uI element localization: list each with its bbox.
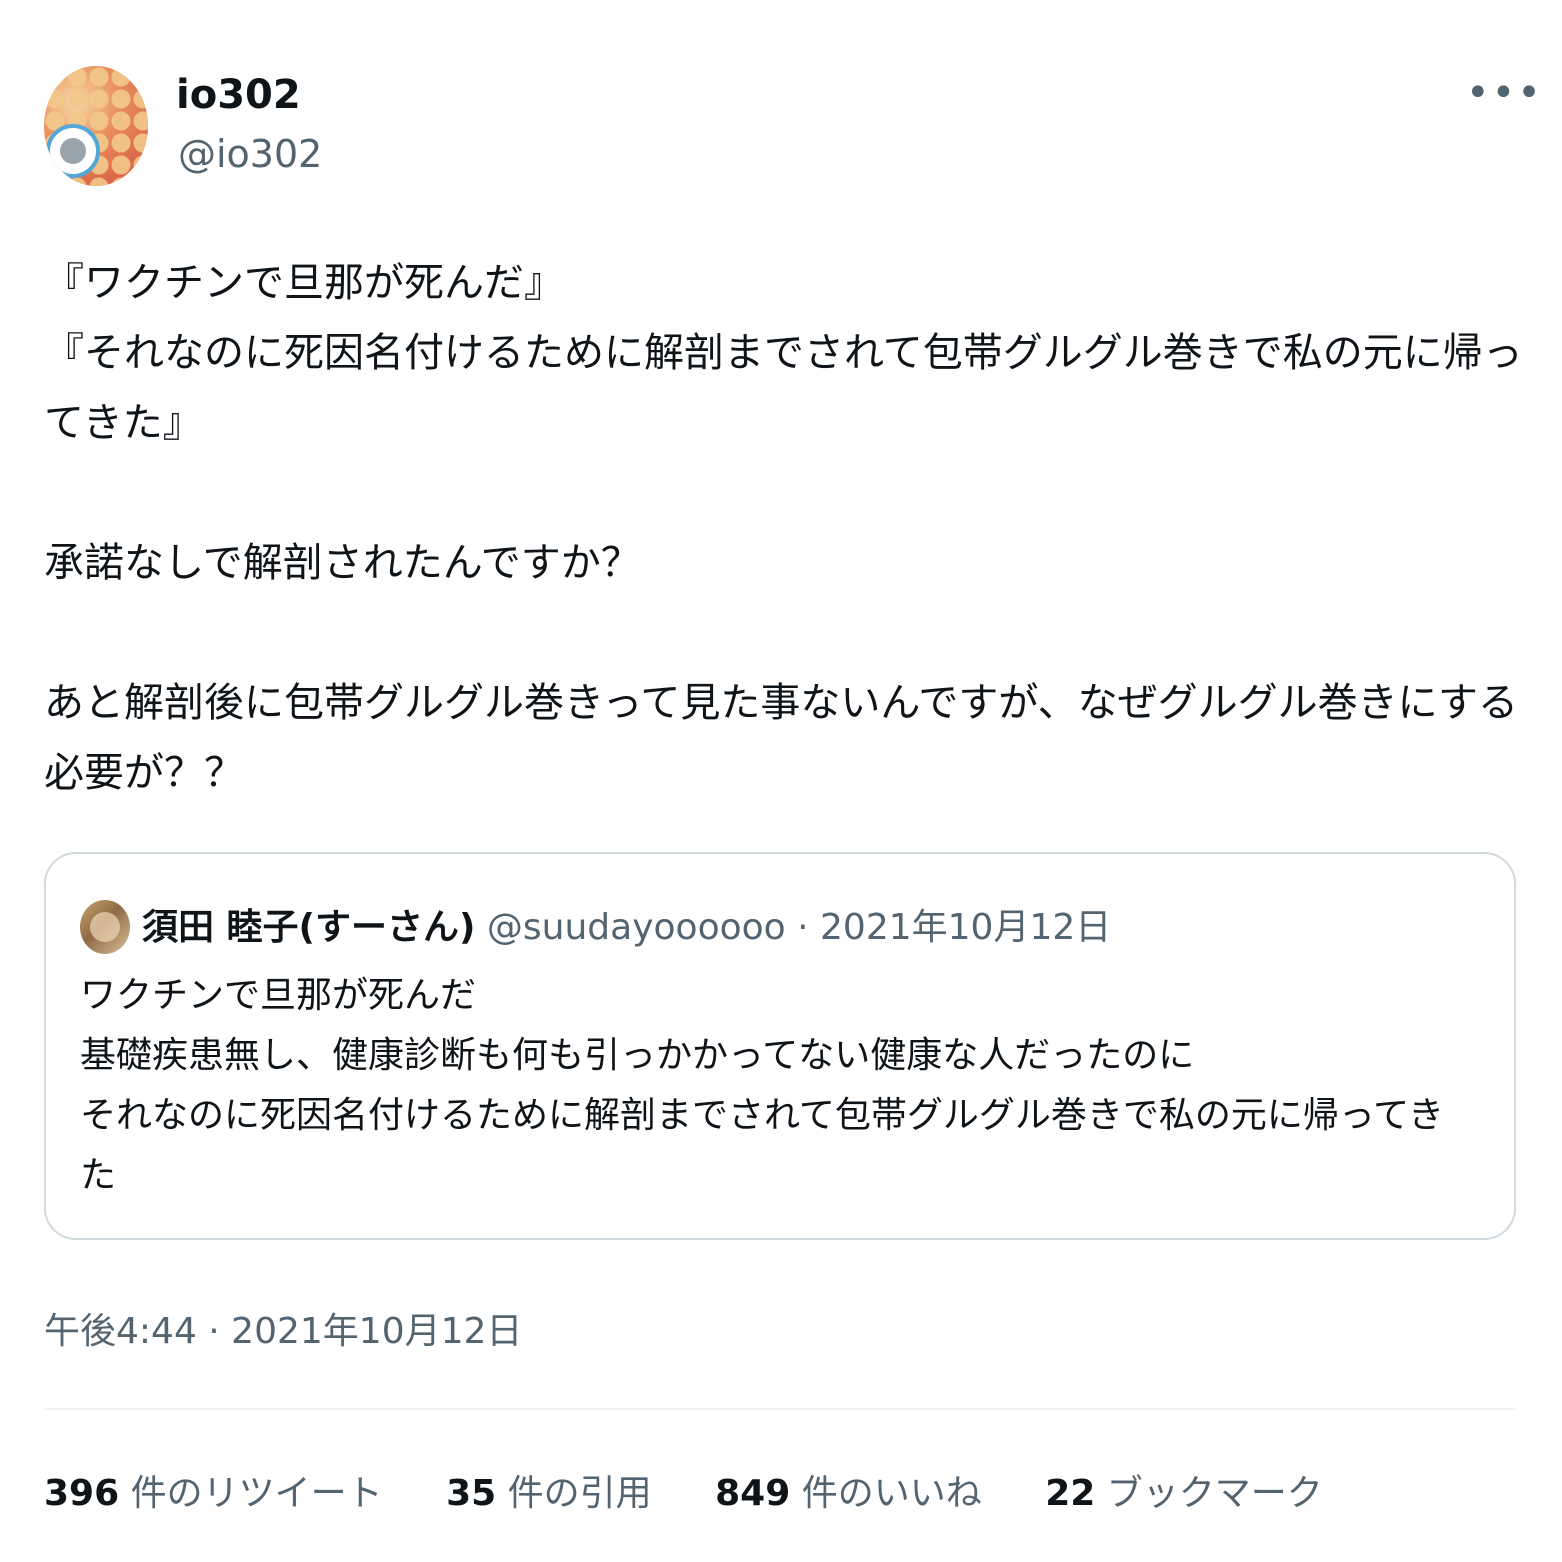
bookmarks-count: 22	[1045, 1473, 1096, 1514]
quoted-date: 2021年10月12日	[820, 907, 1112, 948]
bookmarks-stat[interactable]: 22 ブックマーク	[1045, 1473, 1323, 1514]
retweets-count: 396	[44, 1473, 120, 1514]
quotes-label: 件の引用	[507, 1473, 652, 1514]
bookmarks-label: ブックマーク	[1106, 1473, 1323, 1514]
quoted-author-name: 須田 睦子(すーさん)	[142, 907, 476, 948]
retweets-stat[interactable]: 396 件のリツイート	[44, 1473, 383, 1514]
quoted-tweet-card[interactable]: 須田 睦子(すーさん) @suudayoooooo · 2021年10月12日 …	[44, 852, 1516, 1240]
quoted-author-avatar	[80, 900, 130, 954]
author-handle[interactable]: @io302	[178, 132, 322, 176]
engagement-stats: 396 件のリツイート 35 件の引用 849 件のいいね 22 ブックマーク	[44, 1464, 1375, 1516]
quotes-stat[interactable]: 35 件の引用	[446, 1473, 652, 1514]
likes-stat[interactable]: 849 件のいいね	[715, 1473, 982, 1514]
quoted-tweet-header: 須田 睦子(すーさん) @suudayoooooo · 2021年10月12日	[142, 898, 1111, 950]
quotes-count: 35	[446, 1473, 497, 1514]
more-options-icon[interactable]: •••	[1466, 70, 1543, 116]
likes-count: 849	[715, 1473, 791, 1514]
quoted-separator: ·	[797, 907, 809, 948]
quoted-tweet-text: ワクチンで旦那が死んだ 基礎疾患無し、健康診断も何も引っかかってない健康な人だっ…	[80, 975, 1445, 1196]
tweet-timestamp[interactable]: 午後4:44 · 2021年10月12日	[44, 1302, 522, 1354]
divider	[44, 1408, 1516, 1410]
author-avatar[interactable]	[44, 66, 148, 186]
author-display-name[interactable]: io302	[176, 72, 301, 118]
quoted-author-handle: @suudayoooooo	[486, 907, 786, 948]
likes-label: 件のいいね	[801, 1473, 982, 1514]
tweet: io302 @io302 ••• 『ワクチンで旦那が死んだ』 『それなのに死因名…	[0, 0, 1562, 1562]
retweets-label: 件のリツイート	[130, 1473, 383, 1514]
tweet-text: 『ワクチンで旦那が死んだ』 『それなのに死因名付けるために解剖までされて包帯グル…	[44, 260, 1523, 796]
avatar-badge-icon	[46, 124, 100, 178]
